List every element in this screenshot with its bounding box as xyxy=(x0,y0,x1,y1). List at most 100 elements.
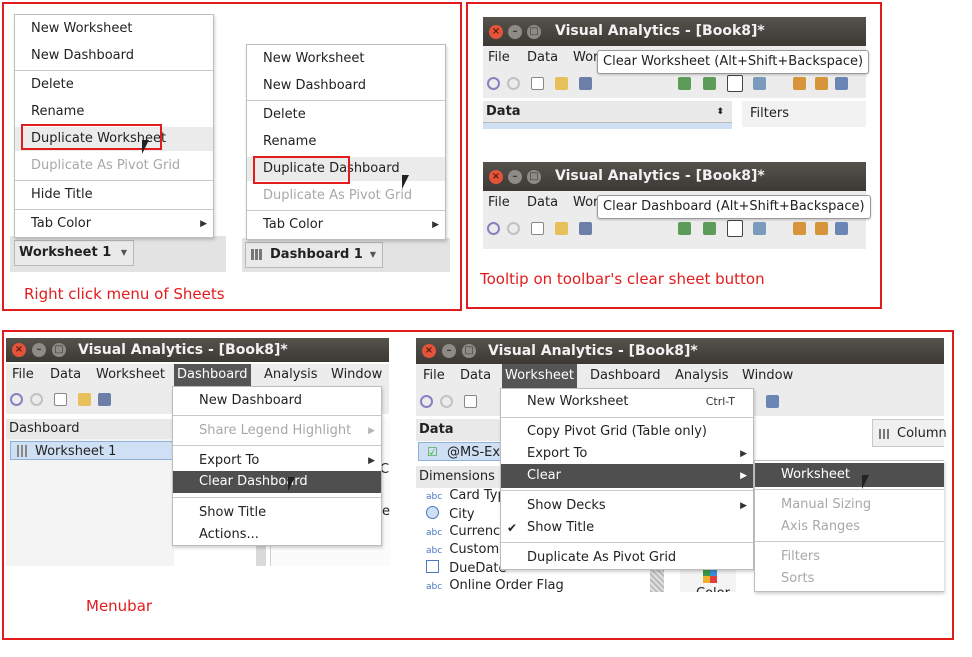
menu-item-export-to[interactable]: Export To ▶ xyxy=(501,442,753,466)
list-item[interactable]: DueDate xyxy=(426,560,506,576)
close-icon[interactable]: × xyxy=(422,344,436,358)
open-icon[interactable] xyxy=(78,393,91,406)
maximize-icon[interactable]: □ xyxy=(462,344,476,358)
chart-icon[interactable] xyxy=(703,77,716,90)
maximize-icon[interactable]: □ xyxy=(52,343,66,357)
chart-icon[interactable] xyxy=(703,222,716,235)
redo-icon[interactable] xyxy=(507,77,520,90)
open-icon[interactable] xyxy=(555,222,568,235)
clear-sheet-icon[interactable] xyxy=(727,220,743,237)
menu-item-show-title[interactable]: ✔ Show Title xyxy=(501,516,753,540)
menu-item-clear[interactable]: Clear ▶ xyxy=(501,464,753,488)
chart-icon[interactable] xyxy=(815,222,828,235)
menu-item-actions[interactable]: Actions... xyxy=(173,523,381,547)
menu-item-tab-color[interactable]: Tab Color ▶ xyxy=(15,212,213,236)
menu-analysis[interactable]: Analysis xyxy=(675,364,729,388)
menu-worksheet[interactable]: Wor xyxy=(573,191,598,215)
menu-item-export-to[interactable]: Export To ▶ xyxy=(173,449,381,473)
chart-icon[interactable] xyxy=(793,222,806,235)
new-sheet-icon[interactable] xyxy=(464,395,477,408)
menu-data[interactable]: Data xyxy=(527,46,558,70)
undo-icon[interactable] xyxy=(420,395,433,408)
menu-file[interactable]: File xyxy=(488,191,510,215)
list-item[interactable]: abc Card Typ xyxy=(426,488,506,503)
menu-item-new-dashboard[interactable]: New Dashboard xyxy=(247,74,445,98)
menu-analysis[interactable]: Analysis xyxy=(264,364,318,386)
maximize-icon[interactable]: □ xyxy=(527,169,541,184)
vertical-scrollbar[interactable] xyxy=(650,570,664,592)
menu-item-duplicate-pivot[interactable]: Duplicate As Pivot Grid xyxy=(501,546,753,570)
columns-shelf[interactable]: Column xyxy=(872,419,947,447)
menu-item-new-worksheet[interactable]: New Worksheet Ctrl-T xyxy=(501,390,753,414)
close-icon[interactable]: × xyxy=(489,24,503,39)
save-icon[interactable] xyxy=(98,393,111,406)
menu-data[interactable]: Data xyxy=(527,191,558,215)
close-icon[interactable]: × xyxy=(489,169,503,184)
chevron-right-icon: ▶ xyxy=(740,501,747,511)
menu-dashboard[interactable]: Dashboard xyxy=(590,364,661,388)
redo-icon[interactable] xyxy=(507,222,520,235)
data-source-row[interactable]: ☑ @MS-Exc xyxy=(418,442,508,461)
chart-icon[interactable] xyxy=(835,222,848,235)
minimize-icon[interactable]: – xyxy=(32,343,46,357)
chart-icon[interactable] xyxy=(753,222,766,235)
menu-dashboard[interactable]: Dashboard xyxy=(174,364,251,386)
chart-icon[interactable] xyxy=(678,222,691,235)
menu-worksheet[interactable]: Worksheet xyxy=(502,364,578,388)
clear-sheet-icon[interactable] xyxy=(727,75,743,92)
list-item[interactable]: abc Online Order Flag xyxy=(426,578,564,593)
list-item[interactable]: City xyxy=(426,506,475,522)
chart-icon[interactable] xyxy=(678,77,691,90)
list-item[interactable]: abc Currency xyxy=(426,524,508,539)
undo-icon[interactable] xyxy=(487,77,500,90)
chart-icon[interactable] xyxy=(793,77,806,90)
menu-worksheet[interactable]: Worksheet xyxy=(96,364,165,386)
menu-item-tab-color[interactable]: Tab Color ▶ xyxy=(247,213,445,237)
chart-icon[interactable] xyxy=(835,77,848,90)
dashboard-tab[interactable]: Dashboard 1 ▼ xyxy=(245,242,383,268)
menu-item-show-decks[interactable]: Show Decks ▶ xyxy=(501,494,753,518)
open-icon[interactable] xyxy=(766,395,779,408)
menu-item-clear-worksheet[interactable]: Worksheet xyxy=(755,463,944,487)
menu-item-clear-dashboard[interactable]: Clear Dashboard xyxy=(173,471,381,493)
minimize-icon[interactable]: – xyxy=(442,344,456,358)
list-item[interactable]: abc Custome xyxy=(426,542,507,557)
chart-icon[interactable] xyxy=(753,77,766,90)
new-sheet-icon[interactable] xyxy=(54,393,67,406)
menu-file[interactable]: File xyxy=(12,364,34,386)
worksheet-tab[interactable]: Worksheet 1 ▼ xyxy=(14,240,134,266)
menu-item-rename[interactable]: Rename xyxy=(15,100,213,124)
menu-item-copy-pivot-grid[interactable]: Copy Pivot Grid (Table only) xyxy=(501,420,753,444)
maximize-icon[interactable]: □ xyxy=(527,24,541,39)
menu-file[interactable]: File xyxy=(488,46,510,70)
save-icon[interactable] xyxy=(579,77,592,90)
undo-icon[interactable] xyxy=(10,393,23,406)
menu-item-hide-title[interactable]: Hide Title xyxy=(15,183,213,207)
menu-worksheet[interactable]: Wor xyxy=(573,46,598,70)
close-icon[interactable]: × xyxy=(12,343,26,357)
undo-icon[interactable] xyxy=(487,222,500,235)
menu-file[interactable]: File xyxy=(423,364,445,388)
menu-data[interactable]: Data xyxy=(460,364,491,388)
chart-icon[interactable] xyxy=(815,77,828,90)
menu-window[interactable]: Window xyxy=(742,364,793,388)
redo-icon[interactable] xyxy=(440,395,453,408)
redo-icon[interactable] xyxy=(30,393,43,406)
menu-item-new-dashboard[interactable]: New Dashboard xyxy=(15,44,213,68)
open-icon[interactable] xyxy=(555,77,568,90)
menu-item-delete[interactable]: Delete xyxy=(15,73,213,97)
dashboard-row-worksheet[interactable]: Worksheet 1 xyxy=(10,441,174,460)
menu-item-show-title[interactable]: Show Title xyxy=(173,501,381,525)
menu-item-rename[interactable]: Rename xyxy=(247,130,445,154)
save-icon[interactable] xyxy=(579,222,592,235)
menu-item-new-dashboard[interactable]: New Dashboard xyxy=(173,389,381,413)
menu-item-new-worksheet[interactable]: New Worksheet xyxy=(247,47,445,71)
menu-item-delete[interactable]: Delete xyxy=(247,103,445,127)
minimize-icon[interactable]: – xyxy=(508,24,522,39)
new-sheet-icon[interactable] xyxy=(531,222,544,235)
new-sheet-icon[interactable] xyxy=(531,77,544,90)
minimize-icon[interactable]: – xyxy=(508,169,522,184)
menu-window[interactable]: Window xyxy=(331,364,382,386)
menu-item-new-worksheet[interactable]: New Worksheet xyxy=(15,17,213,41)
menu-data[interactable]: Data xyxy=(50,364,81,386)
